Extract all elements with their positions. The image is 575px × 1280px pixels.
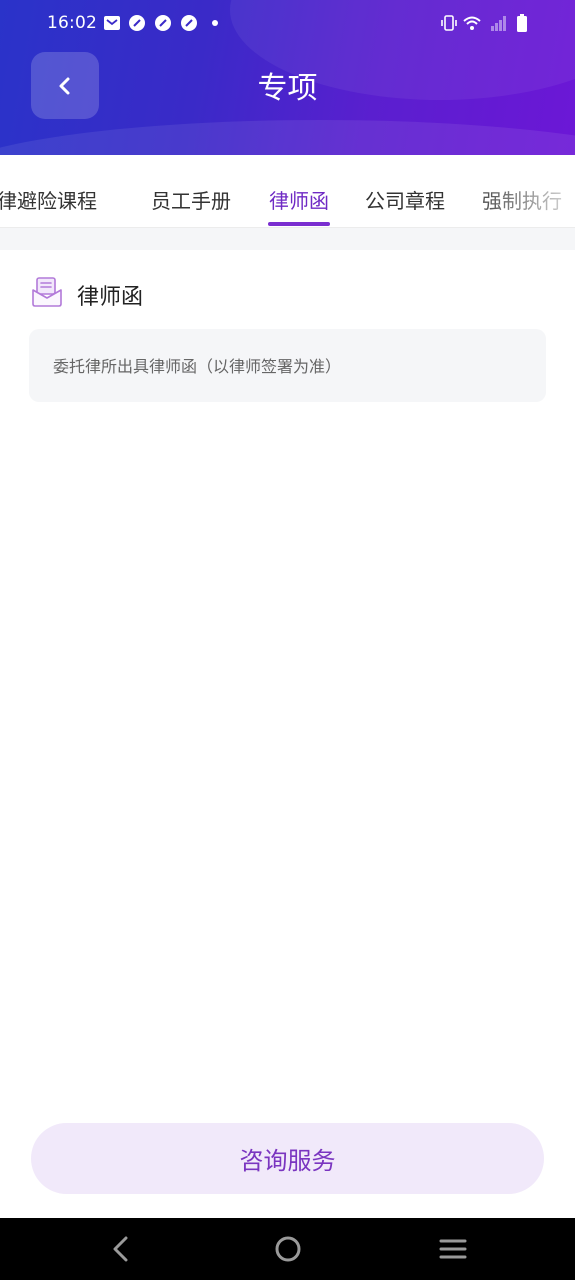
back-nav-icon[interactable] [106, 1233, 138, 1265]
vibrate-icon [441, 15, 457, 31]
battery-icon [517, 14, 527, 32]
wifi-icon [463, 16, 481, 30]
signal-icon [491, 16, 506, 31]
app-badge-icon [181, 15, 197, 31]
dot-icon [212, 20, 218, 26]
mail-icon [104, 16, 120, 30]
app-badge-icon [155, 15, 171, 31]
home-nav-icon[interactable] [272, 1233, 304, 1265]
tab-company-charter[interactable]: 公司章程 [365, 185, 445, 214]
letter-icon [32, 277, 62, 307]
consult-service-button[interactable]: 咨询服务 [31, 1123, 544, 1194]
description-box: 委托律所出具律师函（以律师签署为准） [29, 329, 546, 402]
status-time: 16:02 [47, 13, 97, 33]
menu-nav-icon[interactable] [437, 1233, 469, 1265]
description-text: 委托律所出具律师函（以律师签署为准） [53, 357, 342, 376]
tab-enforcement[interactable]: 强制执行 [482, 185, 562, 214]
status-bar: 16:02 [0, 0, 575, 48]
section-title: 律师函 [77, 285, 144, 310]
tab-bar: 律避险课程 员工手册 律师函 公司章程 强制执行 [0, 155, 575, 228]
header: 16:02 专项 [0, 0, 575, 155]
tab-lawyer-letter[interactable]: 律师函 [269, 185, 329, 214]
header-decoration [0, 120, 575, 155]
active-tab-indicator [268, 222, 330, 226]
page-title: 专项 [257, 71, 318, 106]
section-divider [0, 228, 575, 250]
system-nav-bar [0, 1218, 575, 1280]
tab-avoid-risk-course[interactable]: 律避险课程 [0, 185, 97, 214]
tab-employee-handbook[interactable]: 员工手册 [151, 185, 231, 214]
app-badge-icon [129, 15, 145, 31]
